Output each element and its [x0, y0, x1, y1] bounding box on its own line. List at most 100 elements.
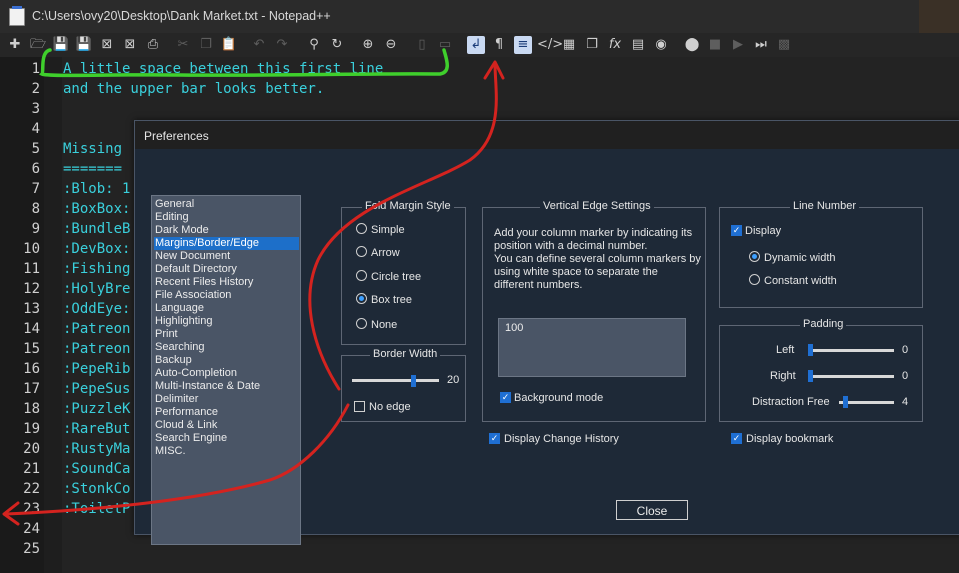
no-edge-checkbox[interactable] [354, 401, 365, 412]
stop-macro-icon[interactable]: ■ [706, 36, 724, 54]
category-item[interactable]: Delimiter [154, 393, 299, 406]
category-item[interactable]: Print [154, 328, 299, 341]
screenshot-icon[interactable]: ◉ [652, 36, 670, 54]
dialog-title-bar: Preferences [135, 121, 959, 149]
line-number: 5 [31, 141, 40, 157]
category-item[interactable]: General [154, 198, 299, 211]
category-item[interactable]: Backup [154, 354, 299, 367]
category-item[interactable]: MISC. [154, 445, 299, 458]
line-number: 11 [23, 261, 40, 277]
border-width-slider[interactable] [352, 379, 439, 382]
record-macro-icon[interactable]: ⬤ [683, 36, 701, 54]
category-item[interactable]: File Association [154, 289, 299, 302]
category-item[interactable]: Default Directory [154, 263, 299, 276]
radio-label: Circle tree [371, 271, 422, 283]
window-title: C:\Users\ovy20\Desktop\Dank Market.txt -… [32, 9, 331, 23]
monitor-icon[interactable]: ▤ [629, 36, 647, 54]
padding-right-slider-thumb[interactable] [808, 370, 813, 382]
print-icon[interactable]: ⎙ [144, 36, 162, 54]
category-list[interactable]: General Editing Dark Mode Margins/Border/Ed… [151, 195, 301, 545]
indent-guide-icon[interactable]: ≡ [514, 36, 532, 54]
document-map-icon[interactable]: ▦ [560, 36, 578, 54]
line-number: 2 [31, 81, 40, 97]
code-line: :ToiletP [63, 501, 131, 517]
radio-constant-width[interactable] [749, 274, 760, 285]
line-number: 13 [23, 301, 40, 317]
save-icon[interactable]: 💾 [52, 36, 70, 54]
code-line: ======= [63, 161, 123, 177]
save-macro-icon[interactable]: ▩ [775, 36, 793, 54]
padding-left-slider-thumb[interactable] [808, 344, 813, 356]
play-macro-icon[interactable]: ▶ [729, 36, 747, 54]
display-change-history-checkbox[interactable]: ✓ [489, 433, 500, 444]
line-number-display-checkbox[interactable]: ✓ [731, 225, 742, 236]
distraction-free-slider-thumb[interactable] [842, 396, 848, 408]
zoom-in-icon[interactable]: ⊕ [359, 36, 377, 54]
background-mode-checkbox[interactable]: ✓ [500, 392, 511, 403]
column-marker-input[interactable]: 100 [498, 318, 686, 377]
category-item[interactable]: Dark Mode [154, 224, 299, 237]
function-list-icon[interactable]: fx [606, 36, 624, 54]
vertical-edge-description: You can define several column markers by [494, 253, 701, 265]
close-all-icon[interactable]: ⊠ [121, 36, 139, 54]
category-item[interactable]: New Document [154, 250, 299, 263]
save-all-icon[interactable]: 💾 [75, 36, 93, 54]
sync-v-icon[interactable]: ▯ [413, 36, 431, 54]
radio-dynamic-width[interactable] [749, 251, 760, 262]
border-width-slider-thumb[interactable] [411, 375, 417, 387]
code-line: :StonkCo [63, 481, 131, 497]
code-line: and the upper bar looks better. [63, 81, 325, 97]
category-item[interactable]: Recent Files History [154, 276, 299, 289]
new-file-icon[interactable]: ✚ [6, 36, 24, 54]
close-icon[interactable]: ⊠ [98, 36, 116, 54]
category-item[interactable]: Performance [154, 406, 299, 419]
vertical-edge-description: different numbers. [494, 279, 583, 291]
copy-icon[interactable]: ❐ [197, 36, 215, 54]
category-item[interactable]: Multi-Instance & Date [154, 380, 299, 393]
replace-icon[interactable]: ↻ [328, 36, 346, 54]
display-bookmark-checkbox[interactable]: ✓ [731, 433, 742, 444]
dialog-title: Preferences [144, 129, 209, 143]
find-icon[interactable]: ⚲ [305, 36, 323, 54]
line-number: 3 [31, 101, 40, 117]
category-item[interactable]: Cloud & Link [154, 419, 299, 432]
category-item[interactable]: Language [154, 302, 299, 315]
radio-arrow[interactable] [356, 246, 367, 257]
toolbar: ✚ 🗁 💾 💾 ⊠ ⊠ ⎙ ✂ ❐ 📋 ↶ ↷ ⚲ ↻ ⊕ ⊖ ▯ ▭ ↲ ¶ … [0, 33, 959, 57]
category-item[interactable]: Auto-Completion [154, 367, 299, 380]
line-number: 21 [23, 461, 40, 477]
open-folder-icon[interactable]: 🗁 [29, 36, 47, 54]
word-wrap-icon[interactable]: ↲ [467, 36, 485, 54]
padding-left-slider[interactable] [808, 349, 894, 352]
radio-none[interactable] [356, 318, 367, 329]
line-number: 24 [23, 521, 40, 537]
show-all-chars-icon[interactable]: ¶ [490, 36, 508, 54]
xml-tag-icon[interactable]: </> [537, 36, 563, 54]
line-number: 9 [31, 221, 40, 237]
code-line: :PuzzleK [63, 401, 131, 417]
radio-simple[interactable] [356, 223, 367, 234]
category-item[interactable]: Highlighting [154, 315, 299, 328]
redo-icon[interactable]: ↷ [273, 36, 291, 54]
no-edge-label: No edge [369, 401, 411, 413]
category-item[interactable]: Search Engine [154, 432, 299, 445]
paste-icon[interactable]: 📋 [220, 36, 238, 54]
code-line: Missing [63, 141, 123, 157]
category-item[interactable]: Editing [154, 211, 299, 224]
cut-icon[interactable]: ✂ [174, 36, 192, 54]
clone-icon[interactable]: ❐ [583, 36, 601, 54]
run-macro-multiple-icon[interactable]: ⏭ [752, 36, 770, 54]
sync-h-icon[interactable]: ▭ [436, 36, 454, 54]
radio-circle-tree[interactable] [356, 270, 367, 281]
category-item[interactable]: Margins/Border/Edge [154, 237, 299, 250]
undo-icon[interactable]: ↶ [250, 36, 268, 54]
zoom-out-icon[interactable]: ⊖ [382, 36, 400, 54]
vertical-edge-description: using white space to separate the [494, 266, 658, 278]
category-item[interactable]: Searching [154, 341, 299, 354]
line-number: 22 [23, 481, 40, 497]
close-button[interactable]: Close [616, 500, 688, 520]
line-number: 25 [23, 541, 40, 557]
padding-right-slider[interactable] [808, 375, 894, 378]
title-bar: C:\Users\ovy20\Desktop\Dank Market.txt -… [0, 0, 959, 33]
radio-box-tree[interactable] [356, 293, 367, 304]
